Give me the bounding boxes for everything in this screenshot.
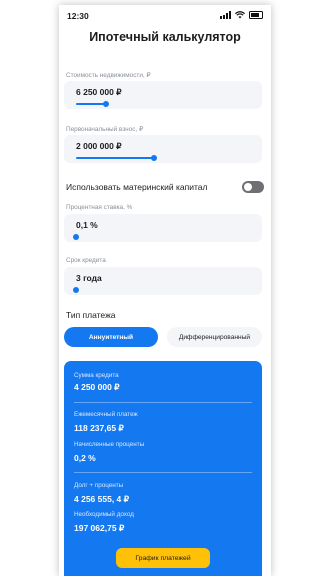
- toggle-knob: [244, 183, 252, 191]
- debt-plus-interest-label: Долг + проценты: [74, 482, 124, 489]
- monthly-payment-value: 118 237,65 ₽: [74, 423, 124, 433]
- page-title: Ипотечный калькулятор: [89, 30, 241, 44]
- down-payment-slider-thumb[interactable]: [151, 155, 157, 161]
- payment-schedule-button[interactable]: График платежей: [116, 548, 210, 568]
- differentiated-payment-option[interactable]: Дифференцированный: [167, 327, 262, 347]
- property-price-field[interactable]: 6 250 000 ₽: [64, 81, 262, 109]
- maternity-capital-label: Использовать материнский капитал: [66, 182, 208, 192]
- status-time: 12:30: [67, 11, 89, 21]
- debt-plus-interest-value: 4 256 555, 4 ₽: [74, 494, 130, 504]
- interest-rate-field[interactable]: 0,1 %: [64, 214, 262, 242]
- maternity-capital-row: Использовать материнский капитал: [66, 181, 264, 195]
- down-payment-label: Первоначальный взнос, ₽: [66, 126, 144, 133]
- battery-icon: [249, 11, 263, 19]
- status-bar: 12:30: [59, 5, 271, 27]
- required-income-label: Необходимый доход: [74, 511, 134, 518]
- loan-term-value: 3 года: [76, 273, 102, 283]
- loan-term-field[interactable]: 3 года: [64, 267, 262, 295]
- maternity-capital-toggle[interactable]: [242, 181, 264, 193]
- interest-rate-slider-thumb[interactable]: [73, 234, 79, 240]
- down-payment-slider-track: [76, 157, 154, 159]
- divider: [74, 472, 252, 473]
- property-price-value: 6 250 000 ₽: [76, 87, 122, 97]
- interest-rate-label: Процентная ставка, %: [66, 204, 133, 211]
- interest-accrued-value: 0,2 %: [74, 453, 96, 463]
- payment-type-title: Тип платежа: [66, 310, 116, 320]
- divider: [74, 402, 252, 403]
- property-price-slider-thumb[interactable]: [103, 101, 109, 107]
- property-price-slider-track: [76, 103, 106, 105]
- wifi-icon: [235, 11, 245, 19]
- monthly-payment-label: Ежемесячный платеж: [74, 411, 138, 418]
- loan-term-slider-thumb[interactable]: [73, 287, 79, 293]
- down-payment-value: 2 000 000 ₽: [76, 141, 122, 151]
- property-price-label: Стоимость недвижимости, ₽: [66, 72, 151, 79]
- loan-amount-value: 4 250 000 ₽: [74, 382, 120, 392]
- status-icons: [220, 11, 263, 19]
- loan-term-label: Срок кредита: [66, 257, 106, 264]
- phone-screen: 12:30 Ипотечный калькулятор Стоимость не…: [59, 5, 271, 576]
- interest-rate-value: 0,1 %: [76, 220, 98, 230]
- cellular-signal-icon: [220, 11, 231, 19]
- down-payment-field[interactable]: 2 000 000 ₽: [64, 135, 262, 163]
- loan-amount-label: Сумма кредита: [74, 372, 119, 379]
- interest-accrued-label: Начисленные проценты: [74, 441, 145, 448]
- annuity-payment-option[interactable]: Аннуитетный: [64, 327, 158, 347]
- required-income-value: 197 062,75 ₽: [74, 523, 125, 533]
- results-card: Сумма кредита 4 250 000 ₽ Ежемесячный пл…: [64, 361, 262, 576]
